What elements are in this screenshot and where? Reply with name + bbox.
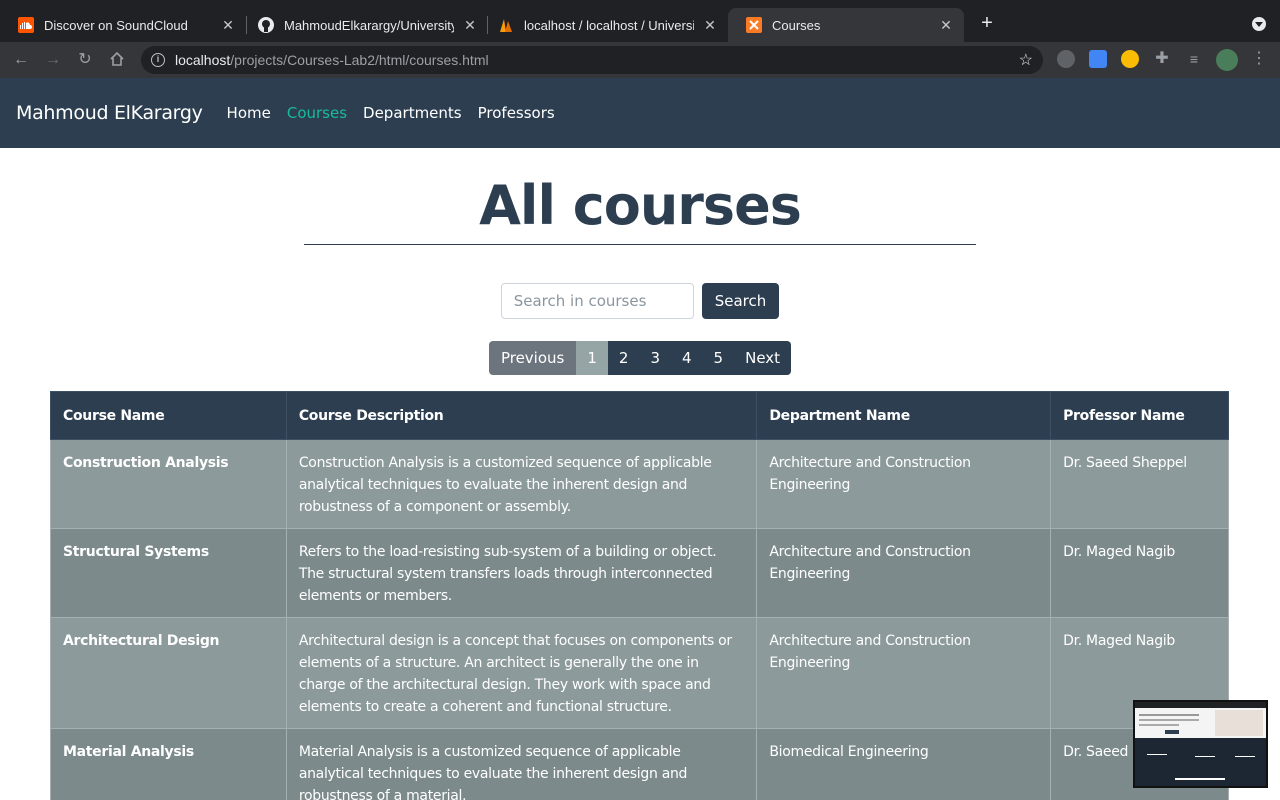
department-cell: Biomedical Engineering	[756, 728, 1052, 800]
search-input[interactable]	[500, 283, 694, 319]
column-header-course-description: Course Description	[285, 391, 758, 440]
screenshot-thumbnail-preview[interactable]	[1133, 700, 1268, 788]
avatar[interactable]	[1216, 49, 1238, 71]
courses-table-container: Course Name Course Description Departmen…	[50, 391, 1229, 800]
tab-search-icon[interactable]	[1252, 17, 1266, 31]
table-row[interactable]: Construction Analysis Construction Analy…	[50, 439, 1229, 529]
nav-link-home[interactable]: Home	[227, 104, 271, 122]
course-description-cell: Material Analysis is a customized sequen…	[285, 728, 758, 800]
department-cell: Architecture and Construction Engineerin…	[756, 617, 1052, 729]
course-name-cell: Structural Systems	[50, 528, 287, 618]
course-description-cell: Refers to the load-resisting sub-system …	[285, 528, 758, 618]
forward-icon[interactable]: →	[44, 51, 62, 69]
back-icon[interactable]: ←	[12, 51, 30, 69]
new-tab-button[interactable]: +	[976, 13, 998, 35]
title-divider	[304, 244, 976, 245]
column-header-professor-name: Professor Name	[1050, 391, 1229, 440]
site-info-icon[interactable]: i	[151, 53, 165, 67]
brand-link[interactable]: Mahmoud ElKarargy	[16, 102, 203, 124]
pagination-previous[interactable]: Previous	[488, 341, 577, 375]
tab-title: MahmoudElkarargy/University-	[284, 17, 454, 33]
extension-icon[interactable]	[1121, 50, 1139, 68]
tab-title: localhost / localhost / Universit	[524, 17, 694, 33]
table-row[interactable]: Structural Systems Refers to the load-re…	[50, 528, 1229, 618]
browser-tab-soundcloud[interactable]: Discover on SoundCloud ✕	[0, 8, 246, 42]
search-button[interactable]: Search	[701, 283, 780, 319]
pagination-page-4[interactable]: 4	[671, 341, 703, 375]
nav-link-courses[interactable]: Courses	[287, 104, 347, 122]
url-text: localhost/projects/Courses-Lab2/html/cou…	[175, 52, 489, 68]
course-name-cell: Construction Analysis	[50, 439, 287, 529]
pagination: Previous 1 2 3 4 5 Next	[0, 341, 1280, 375]
column-header-department-name: Department Name	[756, 391, 1052, 440]
puzzle-icon[interactable]: ✚	[1153, 50, 1171, 68]
soundcloud-icon	[18, 17, 34, 33]
courses-table: Course Name Course Description Departmen…	[50, 391, 1229, 800]
course-description-cell: Architectural design is a concept that f…	[285, 617, 758, 729]
professor-cell: Dr. Maged Nagib	[1050, 528, 1229, 618]
nav-link-departments[interactable]: Departments	[363, 104, 462, 122]
tab-title: Courses	[772, 17, 821, 33]
xampp-icon	[746, 17, 762, 33]
table-row[interactable]: Architectural Design Architectural desig…	[50, 617, 1229, 729]
translate-icon[interactable]	[1089, 50, 1107, 68]
github-icon	[258, 17, 274, 33]
address-bar[interactable]: i localhost/projects/Courses-Lab2/html/c…	[141, 46, 1043, 74]
department-cell: Architecture and Construction Engineerin…	[756, 528, 1052, 618]
nav-link-professors[interactable]: Professors	[478, 104, 555, 122]
browser-tab-phpmyadmin[interactable]: localhost / localhost / Universit ✕	[480, 8, 728, 42]
bookmark-star-icon[interactable]: ☆	[1019, 50, 1033, 70]
table-row[interactable]: Material Analysis Material Analysis is a…	[50, 728, 1229, 800]
course-description-cell: Construction Analysis is a customized se…	[285, 439, 758, 529]
pagination-page-3[interactable]: 3	[639, 341, 671, 375]
close-icon[interactable]: ✕	[220, 17, 236, 34]
course-name-cell: Architectural Design	[50, 617, 287, 729]
phpmyadmin-icon	[498, 17, 514, 33]
department-cell: Architecture and Construction Engineerin…	[756, 439, 1052, 529]
browser-tab-bar: Discover on SoundCloud ✕ MahmoudElkararg…	[0, 0, 1280, 42]
table-header-row: Course Name Course Description Departmen…	[50, 391, 1229, 440]
close-icon[interactable]: ✕	[702, 17, 718, 34]
browser-toolbar: ← → ↻ i localhost/projects/Courses-Lab2/…	[0, 42, 1280, 78]
browser-tab-courses[interactable]: Courses ✕	[728, 8, 964, 42]
pagination-page-5[interactable]: 5	[702, 341, 735, 375]
page-title: All courses	[479, 174, 802, 237]
extension-icon[interactable]	[1057, 50, 1075, 68]
search-form: Search	[0, 283, 1280, 319]
browser-tab-github[interactable]: MahmoudElkarargy/University- ✕	[240, 8, 488, 42]
reload-icon[interactable]: ↻	[76, 51, 94, 69]
tab-title: Discover on SoundCloud	[44, 17, 188, 33]
course-name-cell: Material Analysis	[50, 728, 287, 800]
home-icon[interactable]	[108, 51, 126, 69]
pagination-page-2[interactable]: 2	[607, 341, 640, 375]
pagination-next[interactable]: Next	[734, 341, 792, 375]
site-navbar: Mahmoud ElKarargy Home Courses Departmen…	[0, 78, 1280, 148]
close-icon[interactable]: ✕	[938, 17, 954, 34]
column-header-course-name: Course Name	[50, 391, 287, 440]
pagination-page-1[interactable]: 1	[576, 341, 608, 375]
professor-cell: Dr. Saeed Sheppel	[1050, 439, 1229, 529]
close-icon[interactable]: ✕	[462, 17, 478, 34]
menu-icon[interactable]: ⋮	[1250, 50, 1268, 68]
media-queue-icon[interactable]: ≡	[1185, 50, 1203, 68]
